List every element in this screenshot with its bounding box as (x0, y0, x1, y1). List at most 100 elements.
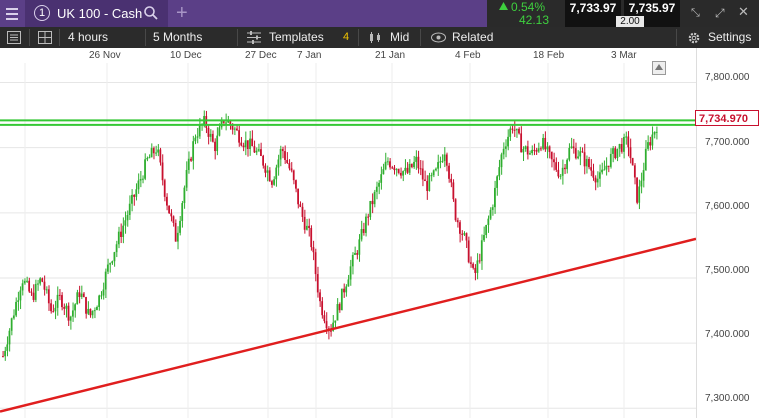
candle-body (487, 218, 490, 226)
candle-body (275, 167, 278, 180)
candle-body (96, 307, 98, 311)
candle-body (174, 222, 177, 242)
candle-body (133, 194, 135, 197)
scroll-to-latest-icon[interactable] (652, 61, 666, 75)
candle-body (251, 138, 254, 147)
candle-body (12, 315, 15, 319)
candle-body (10, 318, 13, 331)
candle-body (382, 169, 385, 175)
candle-body (655, 131, 658, 133)
candle-body (640, 180, 643, 187)
candle-body (85, 297, 87, 314)
candle-body (93, 310, 96, 312)
candle-body (459, 222, 461, 234)
candle-body (255, 150, 258, 153)
settings-button[interactable]: Settings (708, 27, 751, 48)
candle-body (257, 149, 260, 151)
candle-body (279, 149, 282, 160)
candle-body (303, 216, 306, 230)
expand-icon[interactable]: ⤢ (715, 5, 731, 21)
candle-body (404, 167, 407, 172)
candle-body (39, 278, 41, 284)
candle-body (109, 263, 111, 265)
candle-body (308, 225, 310, 229)
candle-body (395, 169, 398, 171)
candle-body (439, 161, 442, 163)
candle-body (4, 350, 6, 357)
candle-body (268, 170, 271, 182)
candle-body (345, 286, 348, 293)
candle-body (474, 267, 477, 273)
candle-body (264, 165, 267, 173)
candle-body (472, 263, 474, 268)
price-tick: 7,700.000 (705, 137, 750, 148)
candle-body (141, 178, 144, 180)
candle-body (456, 220, 459, 223)
candle-body (281, 149, 284, 152)
candle-body (612, 148, 614, 154)
candle-body (100, 295, 103, 297)
candle-body (179, 220, 181, 233)
candle-body (437, 162, 439, 169)
candle-body (220, 120, 223, 128)
candle-body (80, 293, 83, 297)
candle-body (386, 161, 389, 163)
candle-body (194, 137, 197, 142)
candle-body (117, 231, 120, 245)
candle-body (380, 174, 383, 183)
candle-body (620, 143, 623, 152)
candle-body (504, 146, 507, 149)
candle-body (424, 179, 426, 182)
candle-body (531, 149, 533, 154)
candle-body (152, 148, 155, 154)
candle-body (292, 170, 295, 181)
candle-body (528, 153, 531, 155)
candle-body (384, 161, 387, 170)
candle-body (399, 172, 402, 176)
candle-body (393, 167, 396, 171)
candle-body (273, 179, 275, 185)
candle-body (539, 148, 542, 150)
candle-body (371, 200, 374, 205)
candle-body (594, 177, 597, 183)
candle-body (448, 165, 450, 179)
candle-body (647, 142, 649, 149)
candle-body (87, 308, 90, 314)
candle-body (233, 128, 236, 130)
candle-body (509, 128, 512, 137)
candle-body (124, 220, 127, 226)
candle-body (498, 167, 501, 177)
candle-body (638, 186, 641, 203)
candle-body (358, 239, 361, 255)
candle-body (609, 153, 612, 167)
candle-body (507, 136, 509, 147)
price-chart[interactable] (0, 0, 696, 418)
candle-body (290, 168, 293, 171)
price-axis[interactable] (696, 48, 759, 418)
candle-body (373, 191, 376, 205)
candle-body (542, 137, 544, 149)
candle-body (581, 151, 584, 153)
candle-body (478, 260, 481, 262)
candle-body (421, 168, 424, 180)
candle-body (441, 160, 444, 162)
candle-body (43, 281, 46, 290)
candle-body (319, 292, 321, 302)
candle-body (266, 170, 269, 173)
candle-body (209, 133, 212, 137)
close-icon[interactable]: ✕ (738, 4, 754, 20)
candle-body (649, 142, 652, 146)
candle-body (211, 133, 214, 142)
candle-body (157, 149, 160, 153)
candle-body (625, 136, 627, 138)
candle-body (636, 177, 638, 203)
candle-body (430, 175, 433, 177)
candle-body (270, 181, 273, 185)
price-tick: 7,500.000 (705, 265, 750, 276)
candle-body (102, 289, 105, 296)
candle-body (260, 149, 262, 156)
candle-body (467, 240, 470, 263)
candle-body (568, 147, 571, 160)
candle-body (89, 308, 92, 316)
candle-body (115, 244, 118, 253)
